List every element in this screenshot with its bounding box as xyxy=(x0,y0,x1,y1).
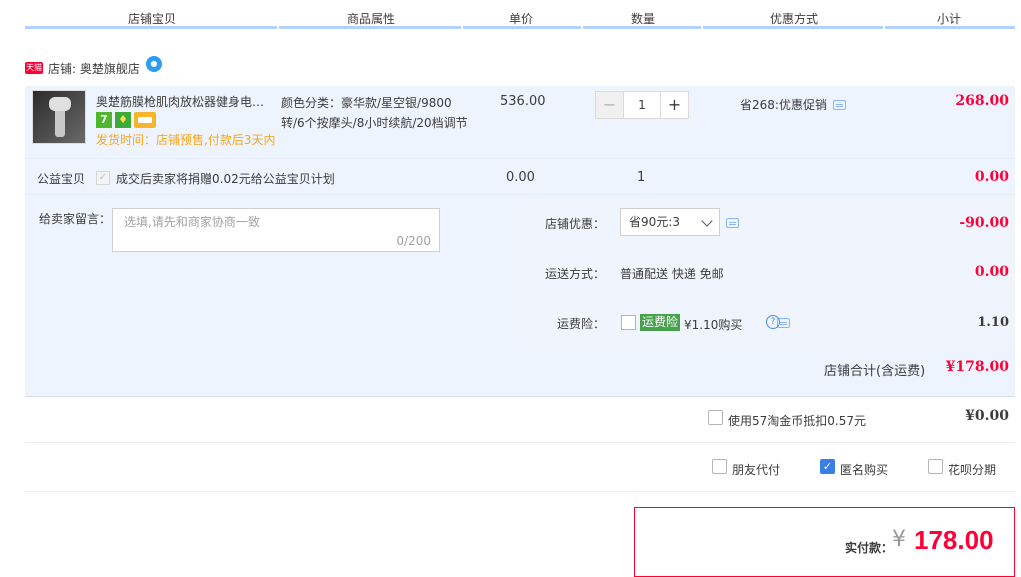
quantity-stepper: − + xyxy=(595,91,689,119)
shipping-method: 普通配送 快递 免邮 xyxy=(620,267,724,281)
charity-price: 0.00 xyxy=(506,170,535,185)
huabei-label: 花呗分期 xyxy=(948,463,997,477)
wangwang-chat-icon[interactable]: ● xyxy=(145,56,162,72)
insurance-price: ¥1.10购买 xyxy=(684,318,743,332)
column-header: 店铺宝贝 商品属性 单价 数量 优惠方式 小计 xyxy=(0,0,1021,30)
currency-symbol: ¥ xyxy=(892,527,906,552)
increase-quantity-button[interactable]: + xyxy=(660,91,689,119)
col-subtotal: 小计 xyxy=(936,12,962,26)
shop-name-link[interactable]: 店铺: 奥楚旗舰店 xyxy=(48,60,140,77)
header-bar xyxy=(885,26,1015,29)
charity-subtotal: 0.00 xyxy=(974,169,1009,185)
decrease-quantity-button[interactable]: − xyxy=(595,91,624,119)
payment-label: 实付款： xyxy=(845,541,894,555)
message-label: 给卖家留言： xyxy=(39,212,112,226)
shop-row: 天猫 店铺: 奥楚旗舰店 ● xyxy=(25,56,162,78)
friend-pay-label: 朋友代付 xyxy=(732,463,781,477)
chat-bubble-icon[interactable] xyxy=(832,99,846,110)
charity-quantity: 1 xyxy=(637,170,646,185)
insurance-amount: 1.10 xyxy=(977,315,1009,330)
divider xyxy=(25,194,1015,195)
charity-label: 公益宝贝 xyxy=(37,172,86,186)
insurance-tag: 运费险 xyxy=(640,314,681,331)
taojinbi-checkbox[interactable] xyxy=(708,410,723,425)
payment-amount: 178.00 xyxy=(914,525,994,555)
credit-card-icon[interactable] xyxy=(134,112,156,128)
shop-coupon-value: 省90元:3 xyxy=(629,215,680,229)
shipping-amount: 0.00 xyxy=(974,264,1009,280)
shipping-time-note: 发货时间：店铺预售,付款后3天内 xyxy=(96,133,276,147)
header-bar xyxy=(279,26,461,29)
anonymous-label: 匿名购买 xyxy=(840,463,889,477)
shield-icon[interactable]: ♦ xyxy=(115,112,131,128)
chat-bubble-icon[interactable] xyxy=(726,218,739,228)
divider xyxy=(25,396,1015,397)
taojinbi-amount: ¥0.00 xyxy=(965,408,1009,424)
seven-day-return-icon[interactable]: 7 xyxy=(96,112,112,128)
item-subtotal: 268.00 xyxy=(955,93,1009,109)
header-bar xyxy=(583,26,701,29)
col-shop-item: 店铺宝贝 xyxy=(127,12,177,26)
shop-total-amount: ¥178.00 xyxy=(945,359,1009,375)
help-icon[interactable]: ? xyxy=(766,315,780,329)
product-attributes: 颜色分类：豪华款/星空银/9800转/6个按摩头/8小时续航/20档调节 xyxy=(281,96,468,130)
charity-text: 成交后卖家将捐赠0.02元给公益宝贝计划 xyxy=(116,172,335,186)
anonymous-checkbox[interactable]: ✓ xyxy=(820,459,835,474)
seller-message-box: 0/200 xyxy=(112,208,440,252)
header-bar xyxy=(463,26,581,29)
product-title-link[interactable]: 奥楚筋膜枪肌肉放松器健身电动按摩 xyxy=(96,93,274,110)
shop-total-label: 店铺合计(含运费) xyxy=(824,364,926,379)
insurance-checkbox[interactable] xyxy=(621,315,636,330)
header-bar xyxy=(703,26,883,29)
col-discount: 优惠方式 xyxy=(769,12,819,26)
promotion-text: 省268:优惠促销 xyxy=(740,98,827,112)
seller-message-input[interactable] xyxy=(124,215,424,229)
product-thumbnail[interactable] xyxy=(32,90,86,144)
shop-coupon-select[interactable]: 省90元:3 xyxy=(620,208,720,236)
divider xyxy=(25,491,1015,492)
tmall-icon: 天猫 xyxy=(25,62,43,74)
taojinbi-text: 使用57淘金币抵扣0.57元 xyxy=(728,414,866,428)
divider xyxy=(25,158,1015,159)
header-bar xyxy=(25,26,277,29)
friend-pay-checkbox[interactable] xyxy=(712,459,727,474)
huabei-checkbox[interactable] xyxy=(928,459,943,474)
service-icons: 7 ♦ xyxy=(96,112,156,128)
col-quantity: 数量 xyxy=(630,12,656,26)
message-char-count: 0/200 xyxy=(396,234,431,248)
charity-checkbox: ✓ xyxy=(96,171,110,185)
divider xyxy=(25,442,1015,443)
shipping-label: 运送方式： xyxy=(545,267,606,281)
col-attributes: 商品属性 xyxy=(346,12,396,26)
chevron-down-icon xyxy=(701,215,713,227)
shop-discount-amount: -90.00 xyxy=(959,215,1009,231)
promotion: 省268:优惠促销 xyxy=(740,96,846,113)
quantity-input[interactable] xyxy=(624,91,660,119)
col-unit-price: 单价 xyxy=(508,12,534,26)
unit-price: 536.00 xyxy=(500,94,546,109)
shop-discount-label: 店铺优惠： xyxy=(545,217,606,231)
insurance-label: 运费险： xyxy=(557,317,606,331)
